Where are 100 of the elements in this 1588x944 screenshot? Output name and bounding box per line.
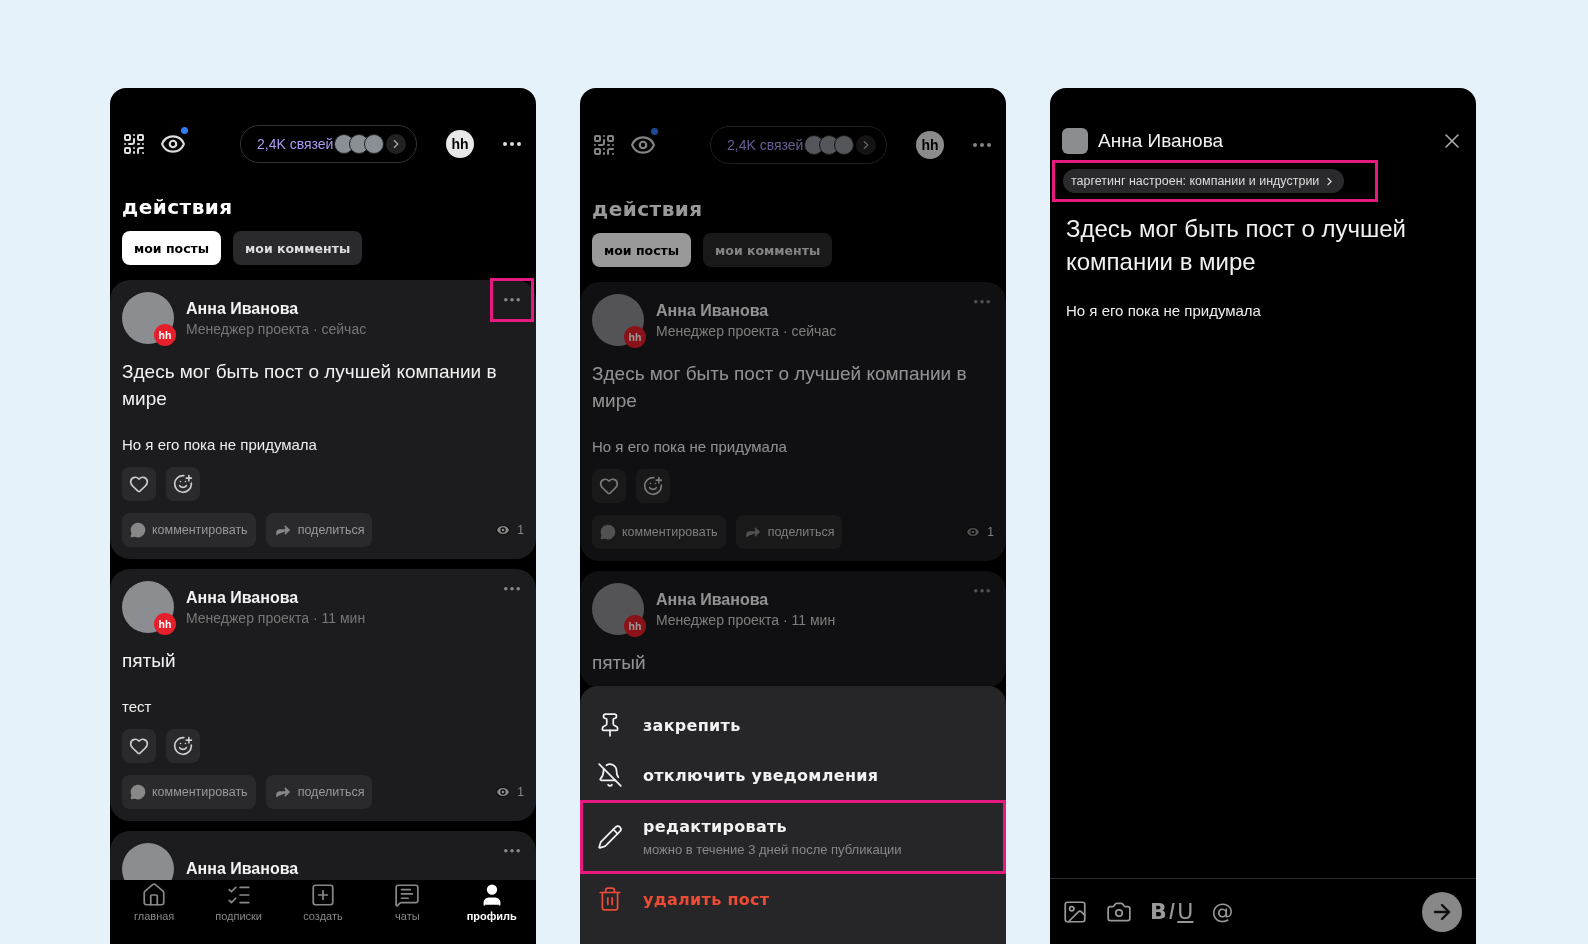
speech-bubble-icon [600, 524, 616, 540]
avatar [834, 135, 855, 155]
post-meta: Менеджер проекта · сейчас [186, 320, 368, 337]
more-icon [974, 300, 990, 304]
more-icon [504, 849, 520, 853]
logo-badge[interactable]: hh [446, 130, 474, 158]
more-icon [504, 298, 520, 302]
nav-item[interactable]: профиль [451, 880, 532, 938]
menu-item[interactable]: удалить пост [580, 874, 1006, 924]
post-text: Но я его пока не придумала [592, 438, 788, 455]
post-title: Здесь мог быть пост о лучшей компании в мире [592, 362, 968, 413]
share-button[interactable]: поделиться [265, 513, 373, 547]
reaction-button[interactable] [166, 467, 200, 501]
logo-badge: hh [624, 615, 646, 637]
post-meta: Менеджер проекта · 11 мин [186, 609, 367, 626]
connections-pill[interactable]: 2,4K связей [710, 126, 888, 164]
tab[interactable]: мои посты [592, 233, 692, 267]
post-title: Здесь мог быть пост о лучшей компании в мире [122, 360, 498, 411]
avatar-photo [122, 843, 174, 880]
heart-icon [129, 474, 149, 494]
more-icon [974, 589, 990, 593]
tab[interactable]: мои посты [122, 231, 222, 265]
qr-code-icon[interactable] [122, 132, 146, 156]
like-button[interactable] [592, 469, 626, 503]
view-count: 1 [987, 525, 994, 539]
post-meta: Менеджер проекта · сейчас [656, 322, 838, 339]
notification-dot [181, 127, 188, 134]
comment-button[interactable]: комментировать [122, 513, 256, 547]
menu-item[interactable]: редактировать можно в течение 3 дней после публикации [580, 800, 1006, 874]
avatar-photo [122, 581, 174, 633]
chevron-icon [386, 134, 407, 154]
post-text: тест [122, 698, 153, 715]
logo-badge[interactable]: hh [916, 131, 944, 159]
speech-bubble-icon [130, 522, 146, 538]
avatar-photo [592, 583, 644, 635]
comment-button[interactable]: комментировать [122, 775, 256, 809]
smile-plus-icon [173, 736, 193, 756]
menu-hint: можно в течение 3 дней после публикации [643, 842, 902, 857]
author-name: Анна Иванова [186, 860, 300, 878]
notification-dot [651, 128, 658, 135]
mention-button[interactable]: @ [1211, 899, 1234, 924]
menu-item[interactable]: закрепить [580, 700, 1006, 750]
plus-icon [309, 882, 336, 908]
like-button[interactable] [122, 729, 156, 763]
nav-item[interactable]: главная [114, 880, 195, 938]
image-icon[interactable] [1062, 898, 1088, 925]
smile-plus-icon [173, 474, 193, 494]
view-count: 1 [517, 523, 524, 537]
post-title: пятый [592, 651, 647, 675]
section-title: действия [592, 197, 704, 221]
pencil-icon [597, 824, 623, 850]
heart-icon [599, 476, 619, 496]
smile-plus-icon [643, 476, 663, 496]
more-button[interactable] [490, 278, 534, 322]
logo-badge: hh [154, 324, 176, 346]
share-button[interactable]: поделиться [265, 775, 373, 809]
author-name: Анна Иванова [186, 299, 300, 318]
comment-button[interactable]: комментировать [592, 515, 726, 549]
logo-badge: hh [624, 326, 646, 348]
author-name: Анна Иванова [1098, 130, 1225, 152]
chevron-icon [856, 135, 877, 155]
author-name: Анна Иванова [656, 301, 770, 320]
speech-bubble-icon [130, 784, 146, 800]
post-title: пятый [122, 649, 177, 673]
avatar-photo [1062, 128, 1088, 154]
menu-label: редактировать [643, 817, 789, 836]
trash-icon [597, 886, 623, 912]
targeting-chip[interactable]: таргетинг настроен: компании и индустрии [1063, 169, 1345, 193]
author-name: Анна Иванова [656, 590, 770, 609]
nav-item[interactable]: чаты [367, 880, 448, 938]
more-icon [504, 587, 520, 591]
connections-pill[interactable]: 2,4K связей [240, 125, 418, 163]
post-text: Но я его пока не придумала [122, 436, 318, 453]
like-button[interactable] [122, 467, 156, 501]
chat-icon [394, 882, 421, 908]
avatar-photo [592, 294, 644, 346]
format-button[interactable]: U [1177, 899, 1194, 924]
tab[interactable]: мои комменты [233, 231, 363, 265]
section-title: действия [122, 195, 234, 219]
views-icon [965, 524, 982, 540]
menu-item[interactable]: отключить уведомления [580, 750, 1006, 800]
send-button[interactable] [1422, 891, 1462, 932]
avatar [364, 134, 385, 154]
post-meta: Менеджер проекта · 11 мин [656, 611, 837, 628]
post-text: Но я его пока не придумала [1066, 302, 1262, 321]
avatar-photo [122, 292, 174, 344]
bell-off-icon [597, 762, 623, 788]
reaction-button[interactable] [166, 729, 200, 763]
format-button[interactable]: I [1168, 899, 1176, 924]
post-title: Здесь мог быть пост о лучшей компании в мире [1066, 214, 1407, 277]
tab[interactable]: мои комменты [703, 233, 833, 267]
format-button[interactable]: B [1150, 899, 1167, 924]
logo-badge: hh [154, 613, 176, 635]
home-icon [141, 882, 168, 908]
nav-item[interactable]: создать [282, 880, 363, 938]
reaction-button[interactable] [636, 469, 670, 503]
share-button[interactable]: поделиться [735, 515, 843, 549]
heart-icon [129, 736, 149, 756]
view-count: 1 [517, 785, 524, 799]
nav-item[interactable]: подписки [198, 880, 279, 938]
